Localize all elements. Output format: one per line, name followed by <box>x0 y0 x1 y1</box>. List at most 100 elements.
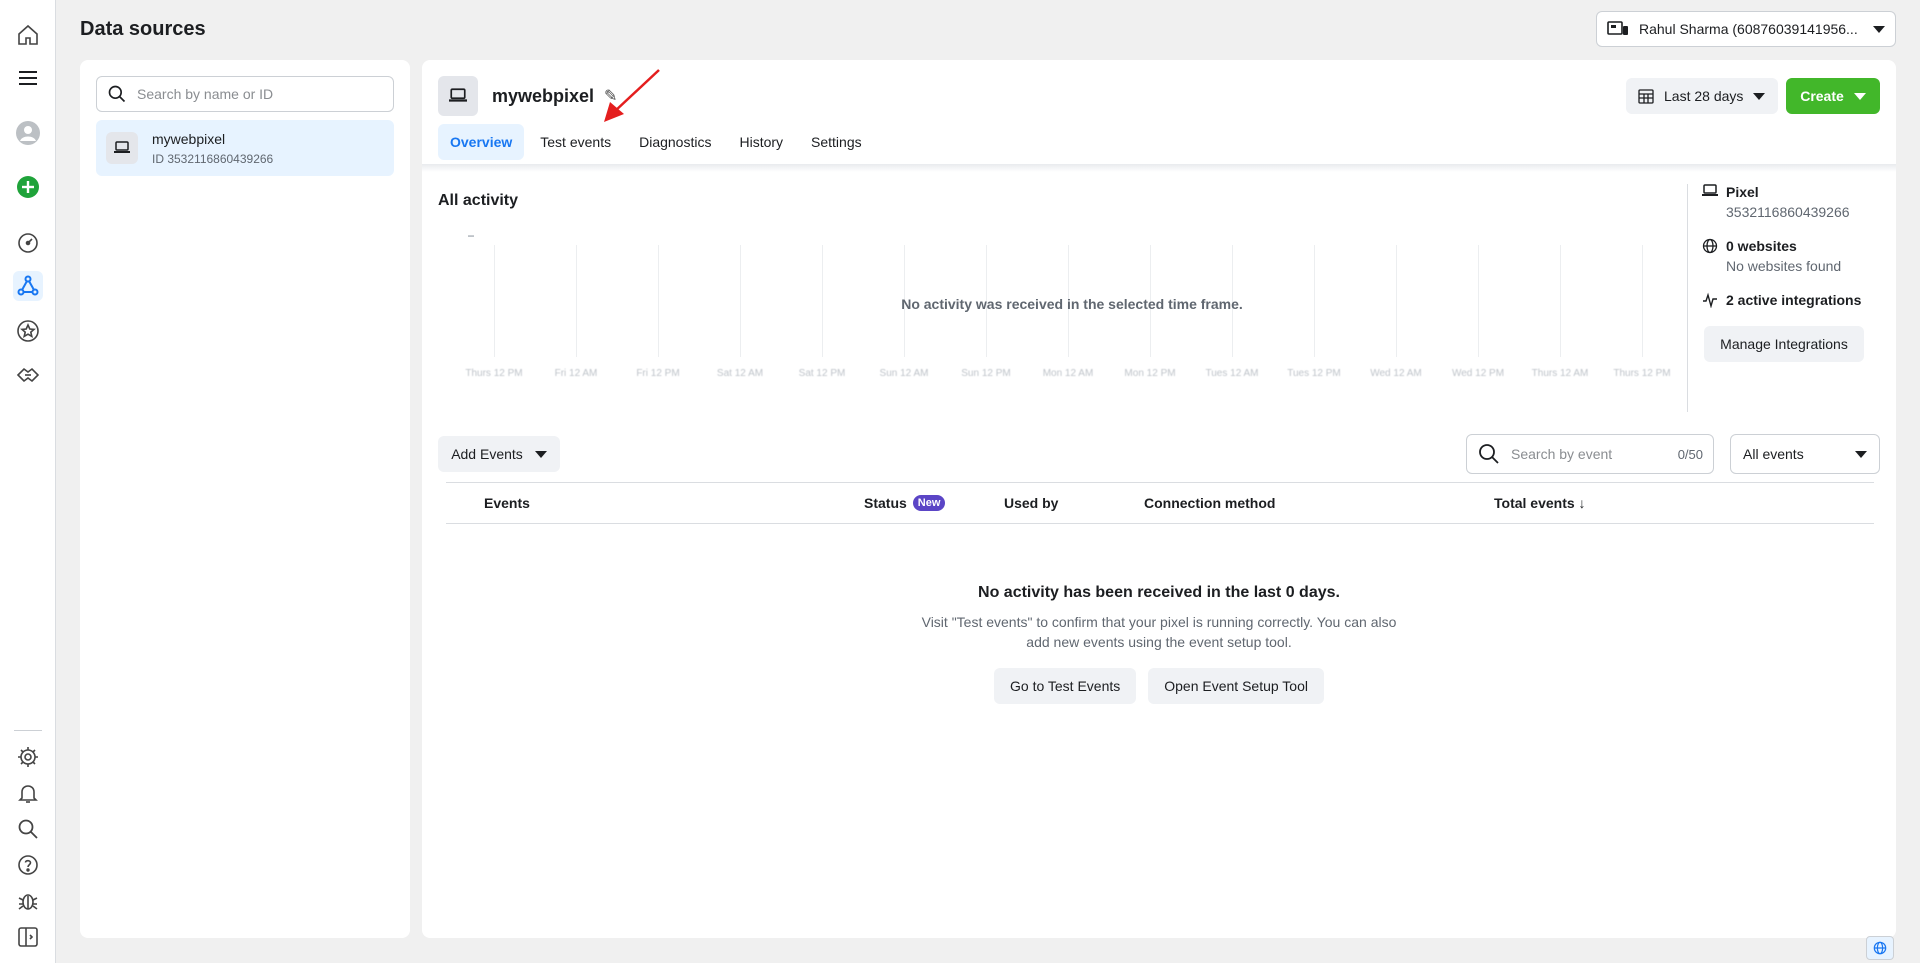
home-icon[interactable] <box>13 20 43 50</box>
events-table-header: Events Status New Used by Connection met… <box>446 482 1874 524</box>
avatar[interactable] <box>13 118 43 148</box>
empty-state-text: Visit "Test events" to confirm that your… <box>921 614 1397 650</box>
chart-tick-label: Thurs 12 PM <box>1613 368 1671 379</box>
pulse-icon <box>1703 292 1717 308</box>
col-connection-method[interactable]: Connection method <box>1144 495 1275 511</box>
chevron-down-icon <box>1753 92 1766 100</box>
event-filter-dropdown[interactable]: All events <box>1730 434 1880 474</box>
col-status[interactable]: Status New <box>864 495 946 511</box>
go-to-test-events-button[interactable]: Go to Test Events <box>994 668 1137 704</box>
chevron-down-icon <box>1855 450 1867 458</box>
chart-tick-label: Tues 12 PM <box>1287 368 1341 379</box>
tab-overview[interactable]: Overview <box>438 124 525 160</box>
chart-tick-label: Sun 12 AM <box>879 368 929 379</box>
source-name: mywebpixel <box>152 130 226 147</box>
pixel-detail-panel: mywebpixel ✎ Last 28 days Create Overvie… <box>422 60 1896 938</box>
chart-tick-label: Fri 12 AM <box>554 368 598 379</box>
info-integrations-label: 2 active integrations <box>1726 292 1862 308</box>
star-icon[interactable] <box>13 316 43 346</box>
menu-icon[interactable] <box>13 63 43 93</box>
chart-tick-label: Wed 12 AM <box>1370 368 1422 379</box>
search-icon <box>108 85 126 103</box>
source-search-box[interactable] <box>96 76 394 112</box>
chart-empty-message: No activity was received in the selected… <box>901 296 1243 312</box>
pixel-name: mywebpixel <box>492 85 595 106</box>
add-icon[interactable] <box>13 172 43 202</box>
info-websites-label: 0 websites <box>1726 238 1797 254</box>
tab-settings[interactable]: Settings <box>799 124 874 160</box>
source-search-input[interactable] <box>137 86 383 102</box>
tabs-divider <box>422 164 1896 172</box>
laptop-icon <box>438 76 478 116</box>
account-selector[interactable]: Rahul Sharma (60876039141956... <box>1596 11 1896 47</box>
chart-tick-label: Mon 12 AM <box>1042 368 1094 379</box>
info-websites-sub: No websites found <box>1726 258 1842 274</box>
pixel-info: Pixel 3532116860439266 0 websites No web… <box>1702 184 1882 326</box>
business-icon <box>1607 21 1628 35</box>
dashboard-gauge-icon[interactable] <box>13 228 43 258</box>
red-arrow-annotation-icon <box>604 69 660 122</box>
col-status-label: Status <box>864 495 907 511</box>
side-divider <box>1687 184 1688 412</box>
search-icon <box>1479 444 1499 464</box>
chevron-down-icon <box>1853 92 1866 100</box>
info-websites: 0 websites No websites found <box>1702 238 1882 274</box>
chart-y-top-label: ▬ <box>468 233 474 239</box>
open-event-setup-tool-button[interactable]: Open Event Setup Tool <box>1148 668 1324 704</box>
events-manager-icon[interactable] <box>13 271 43 301</box>
col-total-events[interactable]: Total events ↓ <box>1494 495 1586 511</box>
chart-tick-label: Thurs 12 AM <box>1531 368 1589 379</box>
tab-diagnostics[interactable]: Diagnostics <box>627 124 723 160</box>
bell-icon[interactable] <box>13 778 43 808</box>
info-pixel: Pixel 3532116860439266 <box>1702 184 1882 220</box>
empty-state-actions: Go to Test Events Open Event Setup Tool <box>422 668 1896 704</box>
rail-divider <box>14 730 42 731</box>
date-range-button[interactable]: Last 28 days <box>1626 78 1778 114</box>
laptop-icon <box>106 132 138 164</box>
chart-tick-label: Mon 12 PM <box>1124 368 1176 379</box>
panel-toggle-icon[interactable] <box>13 922 43 952</box>
help-icon[interactable] <box>13 850 43 880</box>
list-item-mywebpixel[interactable]: mywebpixel ID 3532116860439266 <box>96 120 394 176</box>
chart-tick-label: Sat 12 AM <box>716 368 764 379</box>
search-icon[interactable] <box>13 814 43 844</box>
event-search-input[interactable] <box>1511 446 1668 462</box>
add-events-label: Add Events <box>451 446 523 462</box>
tab-history[interactable]: History <box>727 124 795 160</box>
event-count: 0/50 <box>1677 446 1703 462</box>
page-title: Data sources <box>80 18 206 40</box>
tab-test-events[interactable]: Test events <box>528 124 623 160</box>
chart-tick-label: Sun 12 PM <box>961 368 1011 379</box>
language-globe-icon[interactable] <box>1866 936 1894 960</box>
laptop-icon <box>1702 184 1718 196</box>
data-source-list-panel: mywebpixel ID 3532116860439266 <box>80 60 410 938</box>
create-button[interactable]: Create <box>1786 78 1880 114</box>
chevron-down-icon <box>1873 25 1885 33</box>
col-used-by[interactable]: Used by <box>1004 495 1058 511</box>
chevron-down-icon <box>534 450 547 458</box>
empty-state-title: No activity has been received in the las… <box>978 584 1340 601</box>
col-events[interactable]: Events <box>484 495 530 511</box>
add-events-button[interactable]: Add Events <box>438 436 560 472</box>
chart-tick-label: Thurs 12 PM <box>465 368 523 379</box>
new-badge: New <box>912 495 946 511</box>
bug-icon[interactable] <box>13 886 43 916</box>
activity-chart: ▬ Thurs 12 PM Fri 12 AM Fri 12 PM Sat 12 AM… <box>438 220 1706 380</box>
source-id: ID 3532116860439266 <box>152 151 274 166</box>
event-search-box[interactable]: 0/50 <box>1466 434 1714 474</box>
account-name: Rahul Sharma (60876039141956... <box>1639 21 1858 37</box>
events-empty-state: No activity has been received in the las… <box>422 584 1896 704</box>
gear-icon[interactable] <box>13 742 43 772</box>
chart-tick-label: Sat 12 PM <box>798 368 846 379</box>
handshake-icon[interactable] <box>13 360 43 390</box>
create-label: Create <box>1800 88 1844 104</box>
info-pixel-id: 3532116860439266 <box>1726 204 1850 220</box>
activity-title: All activity <box>438 192 519 209</box>
globe-icon <box>1702 238 1718 254</box>
calendar-icon <box>1638 89 1654 104</box>
chart-tick-label: Tues 12 AM <box>1205 368 1259 379</box>
manage-integrations-button[interactable]: Manage Integrations <box>1704 326 1864 362</box>
chart-tick-label: Fri 12 PM <box>636 368 680 379</box>
pixel-header: mywebpixel ✎ <box>438 76 617 116</box>
date-range-label: Last 28 days <box>1664 88 1744 104</box>
